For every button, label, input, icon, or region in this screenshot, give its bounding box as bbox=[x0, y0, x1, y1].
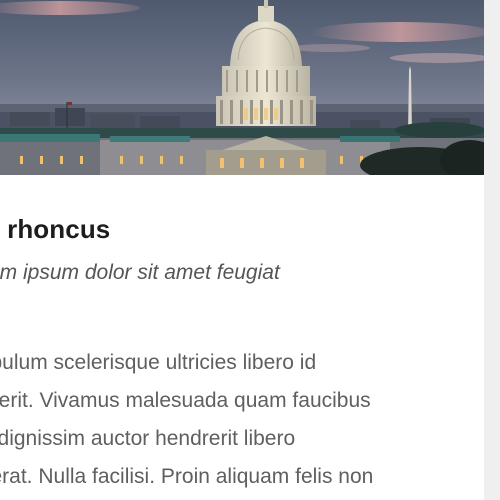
body-line: drerit. Vivamus malesuada quam faucibus bbox=[0, 389, 371, 412]
article-body: tibulum scelerisque ultricies libero id … bbox=[0, 344, 373, 496]
article-subtitle: em ipsum dolor sit amet feugiat bbox=[0, 261, 280, 284]
article-title: am rhoncus bbox=[0, 214, 111, 244]
capitol-photo bbox=[0, 0, 484, 175]
body-line: cerat. Nulla facilisi. Proin aliquam fel… bbox=[0, 465, 374, 488]
body-line: e dignissim auctor hendrerit libero bbox=[0, 427, 296, 450]
hero-image bbox=[0, 0, 484, 175]
page-gutter bbox=[484, 0, 500, 500]
article-card: am rhoncus em ipsum dolor sit amet feugi… bbox=[0, 0, 484, 500]
body-line: tibulum scelerisque ultricies libero id bbox=[0, 351, 317, 374]
